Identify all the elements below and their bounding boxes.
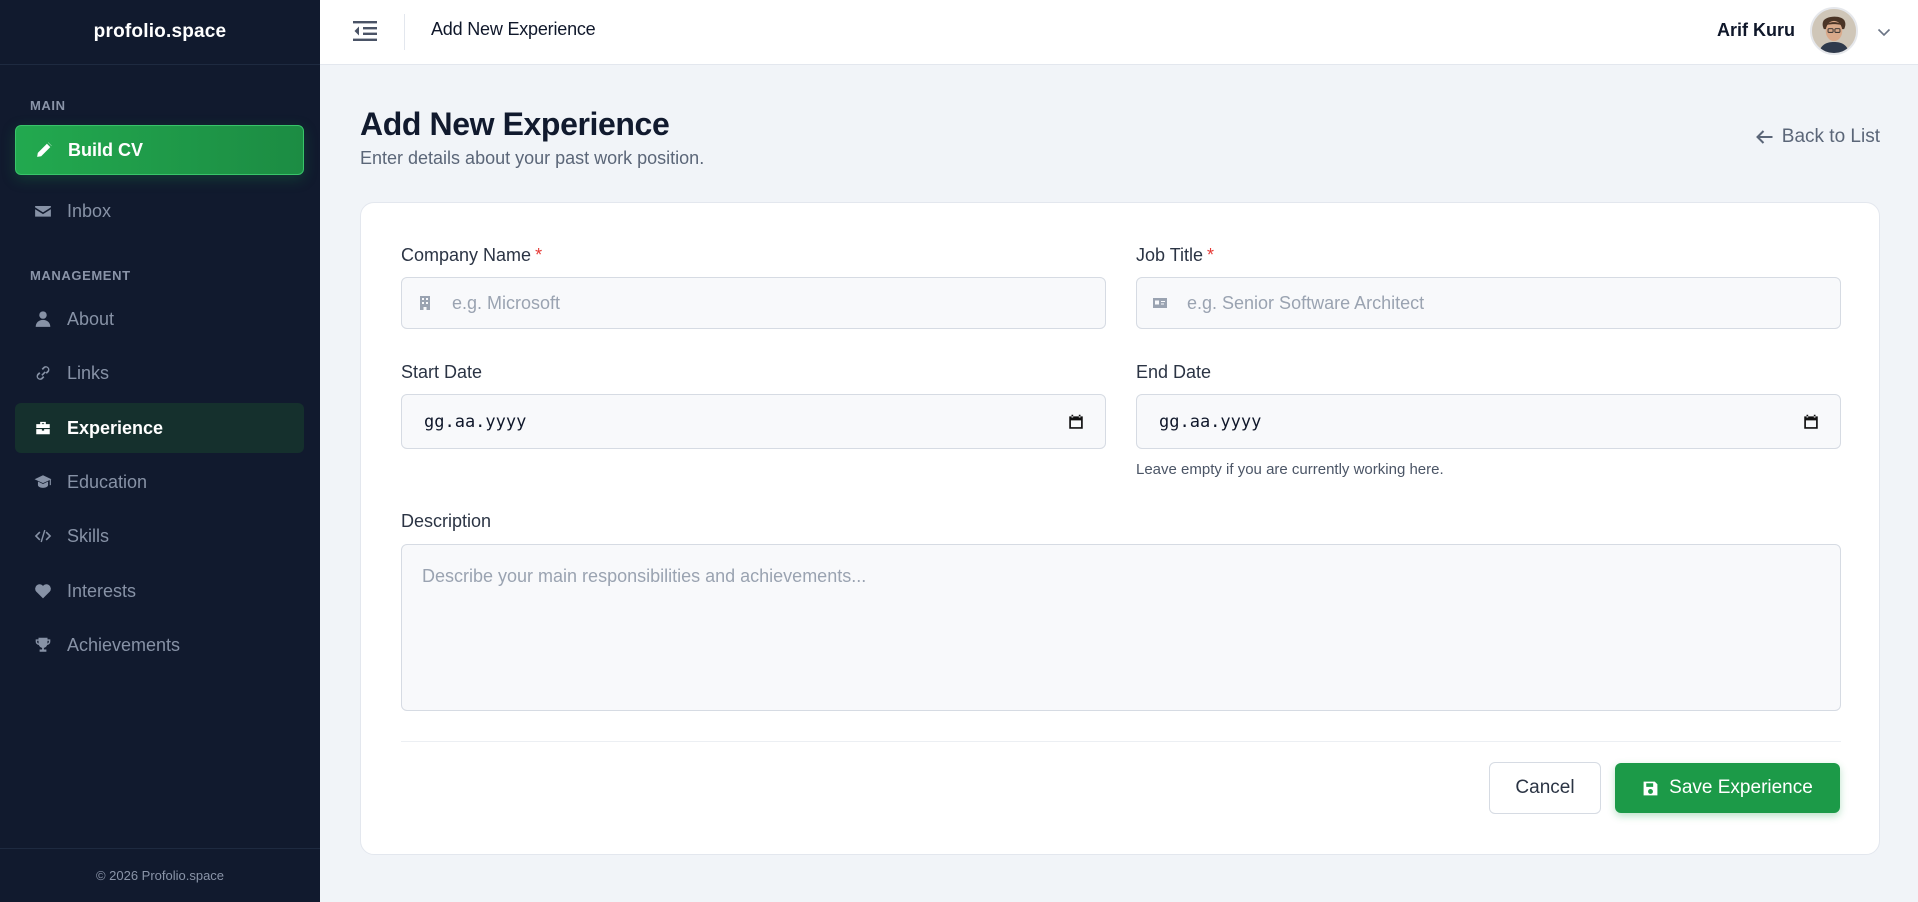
id-card-icon (1151, 294, 1169, 312)
trophy-icon (29, 636, 57, 654)
start-date-input[interactable]: gg.aa.yyyy (401, 394, 1106, 449)
company-name-label: Company Name * (401, 245, 543, 265)
end-date-hint: Leave empty if you are currently working… (1136, 461, 1444, 478)
sidebar-item-label: About (67, 308, 115, 329)
graduation-cap-icon (29, 473, 57, 491)
start-date-label: Start Date (401, 362, 483, 382)
sidebar-item-label: Skills (67, 525, 110, 546)
end-date-input[interactable]: gg.aa.yyyy (1136, 394, 1841, 449)
sidebar-item-label: Inbox (67, 200, 112, 221)
sidebar-item-label: Interests (67, 580, 137, 601)
topbar: Add New Experience Arif Kuru (320, 0, 1918, 65)
link-icon (29, 364, 57, 382)
sidebar-item-interests[interactable]: Interests (15, 566, 304, 616)
sidebar-item-links[interactable]: Links (15, 348, 304, 398)
description-label: Description (401, 511, 492, 531)
sidebar-item-education[interactable]: Education (15, 457, 304, 507)
chevron-down-icon[interactable] (1876, 24, 1892, 40)
required-mark: * (1207, 245, 1215, 265)
job-title-label: Job Title * (1136, 245, 1215, 265)
sidebar-item-label: Build CV (68, 139, 143, 160)
building-icon (416, 294, 434, 312)
required-mark: * (535, 245, 543, 265)
back-to-list-link[interactable]: Back to List (1755, 126, 1880, 148)
calendar-icon[interactable] (1802, 413, 1820, 431)
description-placeholder: Describe your main responsibilities and … (422, 566, 867, 586)
sidebar-item-skills[interactable]: Skills (15, 511, 304, 561)
sidebar-item-achievements[interactable]: Achievements (15, 620, 304, 670)
end-date-value: gg.aa.yyyy (1159, 411, 1262, 432)
calendar-icon[interactable] (1067, 413, 1085, 431)
back-link-label: Back to List (1781, 126, 1880, 147)
heart-icon (29, 582, 57, 600)
save-button-label: Save Experience (1669, 777, 1813, 798)
job-title-placeholder: e.g. Senior Software Architect (1187, 292, 1425, 313)
cancel-button[interactable]: Cancel (1489, 762, 1601, 814)
sidebar-item-label: Experience (67, 417, 164, 438)
section-label-main: MAIN (30, 98, 66, 113)
brand-logo[interactable]: profolio.space (0, 0, 320, 65)
avatar[interactable] (1810, 7, 1858, 55)
envelope-icon (29, 202, 57, 220)
company-name-placeholder: e.g. Microsoft (452, 292, 561, 313)
job-title-input[interactable]: e.g. Senior Software Architect (1136, 277, 1841, 329)
start-date-value: gg.aa.yyyy (424, 411, 527, 432)
company-name-input[interactable]: e.g. Microsoft (401, 277, 1106, 329)
sidebar-footer: © 2026 Profolio.space (0, 848, 320, 902)
code-icon (29, 527, 57, 545)
sidebar-item-label: Links (67, 362, 110, 383)
end-date-label: End Date (1136, 362, 1212, 382)
page-title: Add New Experience (360, 106, 670, 142)
sidebar-item-inbox[interactable]: Inbox (15, 186, 304, 236)
section-label-management: MANAGEMENT (30, 268, 131, 283)
sidebar-item-experience[interactable]: Experience (15, 403, 304, 453)
briefcase-icon (29, 419, 57, 437)
user-name[interactable]: Arif Kuru (1717, 20, 1795, 41)
save-icon (1643, 781, 1658, 795)
topbar-divider (404, 14, 405, 50)
sidebar-item-about[interactable]: About (15, 294, 304, 344)
experience-form-card: Company Name * e.g. Microsoft Job Title * … (360, 202, 1880, 855)
topbar-title: Add New Experience (431, 19, 596, 39)
description-textarea[interactable]: Describe your main responsibilities and … (401, 544, 1841, 711)
sidebar: profolio.space MAIN Build CV Inbox MANAG… (0, 0, 320, 902)
sidebar-item-label: Education (67, 471, 148, 492)
page-subtitle: Enter details about your past work posit… (360, 148, 705, 168)
user-icon (29, 310, 57, 328)
arrow-left-icon (1755, 130, 1773, 144)
sidebar-item-build-cv[interactable]: Build CV (15, 125, 304, 175)
form-divider (401, 741, 1841, 742)
sidebar-item-label: Achievements (67, 634, 181, 655)
save-experience-button[interactable]: Save Experience (1615, 763, 1840, 813)
menu-toggle-icon[interactable] (353, 20, 377, 42)
pencil-icon (30, 141, 58, 159)
